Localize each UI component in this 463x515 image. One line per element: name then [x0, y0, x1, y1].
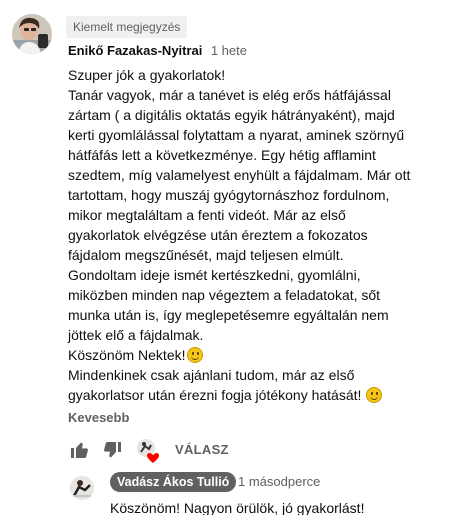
reply-item: Vadász Ákos Tullió 1 másodperce Köszönöm… [0, 470, 463, 515]
comment-line: Tanár vagyok, már a tanévet is elég erős… [68, 87, 391, 103]
comment-actions: VÁLASZ [60, 434, 360, 466]
reply-button[interactable]: VÁLASZ [175, 442, 229, 457]
comment-line: szedtem, míg valamelyest enyhült a fájda… [68, 167, 411, 183]
comment-line-with-emoji: Köszönöm Nektek! [68, 345, 460, 365]
reply-avatar-photo [70, 476, 94, 500]
reply-author-name[interactable]: Vadász Ákos Tullió [110, 472, 237, 492]
comment-line: Gondoltam ideje ismét kertészkedni, gyom… [68, 267, 361, 283]
comment-line: miközben minden nap végeztem a feladatok… [68, 287, 381, 303]
reply-text: Köszönöm! Nagyon örülök, jó gyakorlást! [110, 500, 365, 515]
author-line: Enikő Fazakas-Nyitrai 1 hete [68, 42, 247, 60]
avatar-photo [12, 14, 52, 54]
avatar[interactable] [12, 14, 52, 54]
comment-line-with-emoji: gyakorlatsor után érezni fogja jótékony … [68, 385, 460, 405]
comment-line: kerti gyomlálással folytattam a nyarat, … [68, 127, 405, 143]
comment-line: jöttek elő a fájdalmak. [68, 327, 204, 343]
dislike-button[interactable] [100, 438, 124, 462]
creator-heart-icon[interactable] [136, 438, 162, 464]
comment-line: zártam ( a digitális oktatás egyik hátrá… [68, 107, 395, 123]
reply-timestamp[interactable]: 1 másodperce [238, 474, 320, 489]
comment-body: Szuper jók a gyakorlatok! Tanár vagyok, … [68, 65, 460, 405]
comment-line: gyakorlatok elvégzése után éreztem a fok… [68, 227, 368, 243]
author-name[interactable]: Enikő Fazakas-Nyitrai [68, 43, 202, 58]
smiling-face-emoji-icon [186, 347, 203, 363]
like-button[interactable] [68, 438, 92, 462]
show-less-button[interactable]: Kevesebb [68, 410, 129, 425]
smiling-face-emoji-icon [366, 387, 383, 403]
comment-line: hátfáfás lett a következménye. Egy hétig… [68, 147, 376, 163]
comment-line: munka után is, így meglepetésemre egyált… [68, 307, 389, 323]
reply-avatar[interactable] [70, 476, 94, 500]
thumbs-down-icon [104, 442, 121, 458]
comment-line-text: gyakorlatsor után érezni fogja jótékony … [68, 387, 366, 403]
comment-line: mikor megtaláltam a fenti videót. Már az… [68, 207, 346, 223]
creator-heart-badge [137, 439, 159, 463]
comment-line-text: Köszönöm Nektek! [68, 347, 186, 363]
comment-line: Szuper jók a gyakorlatok! [68, 67, 226, 83]
pinned-badge: Kiemelt megjegyzés [66, 16, 188, 38]
comment-timestamp[interactable]: 1 hete [211, 43, 247, 58]
comment-line: fájdalom megszűnését, majd teljesen elmú… [68, 247, 344, 263]
comment-line: tartottam, hogy muszáj gyógytornászhoz f… [68, 187, 390, 203]
thumbs-up-icon [71, 442, 88, 458]
comment-line: Mindenkinek csak ajánlani tudom, már az … [68, 367, 355, 383]
